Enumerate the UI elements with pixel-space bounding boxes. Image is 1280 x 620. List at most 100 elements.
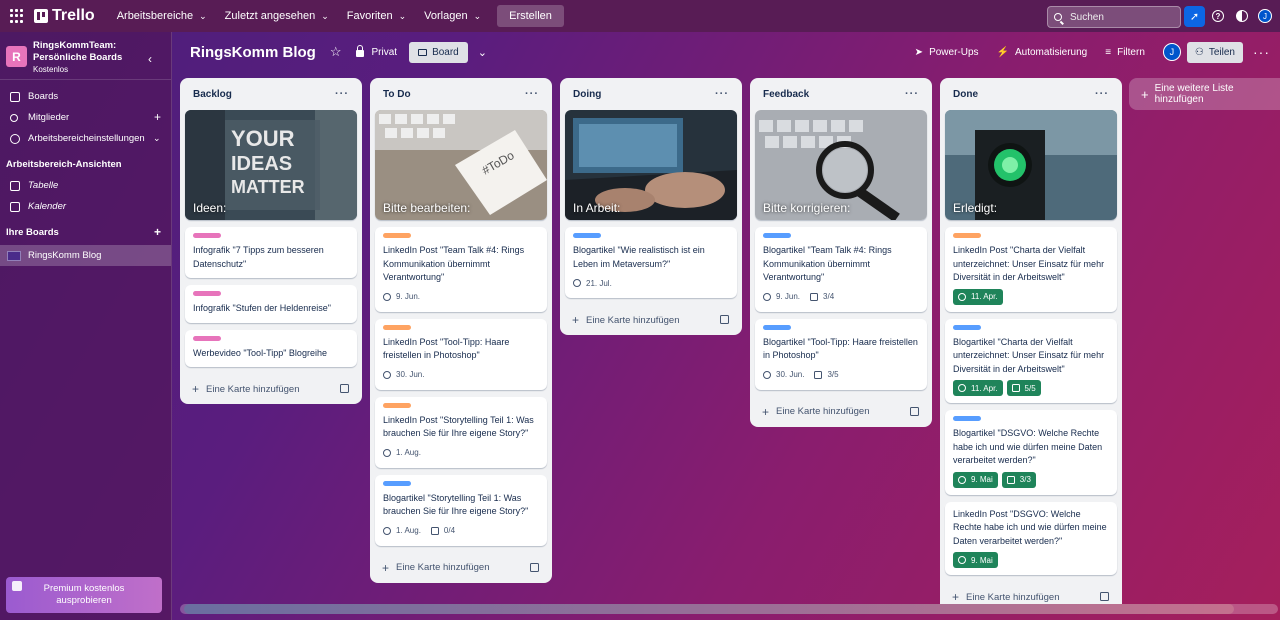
chevron-down-icon[interactable]: ⌄ — [478, 46, 487, 59]
sidebar-board-ringskomm[interactable]: RingsKomm Blog — [0, 245, 171, 266]
due-date-badge[interactable]: 1. Aug. — [383, 448, 421, 457]
list-title[interactable]: Doing — [573, 89, 601, 100]
cover-card[interactable]: In Arbeit: — [565, 110, 737, 220]
card[interactable]: Blogartikel "Wie realistisch ist ein Leb… — [565, 227, 737, 298]
cover-card[interactable]: #ToDo Bitte bearbeiten: — [375, 110, 547, 220]
card-label[interactable] — [953, 233, 981, 238]
due-date-badge[interactable]: 1. Aug. — [383, 526, 421, 535]
list-menu-icon[interactable]: ··· — [1095, 88, 1109, 100]
nav-menu-workspaces[interactable]: Arbeitsbereiche ⌄ — [109, 5, 215, 27]
list-title[interactable]: Feedback — [763, 89, 809, 100]
sidebar-item-table[interactable]: Tabelle — [0, 175, 171, 196]
due-date-badge[interactable]: 9. Mai — [953, 552, 998, 568]
add-card-button[interactable]: + Eine Karte hinzufügen — [375, 553, 547, 583]
add-board-icon[interactable]: + — [154, 225, 161, 239]
card-label[interactable] — [763, 233, 791, 238]
card[interactable]: LinkedIn Post "DSGVO: Welche Rechte habe… — [945, 501, 1117, 575]
more-icon[interactable]: ··· — [1253, 44, 1270, 60]
automation-button[interactable]: ⚡ Automatisierung — [997, 47, 1088, 58]
due-date-badge[interactable]: 9. Jun. — [763, 292, 800, 301]
theme-icon[interactable] — [1236, 10, 1248, 22]
filter-button[interactable]: ≡ Filtern — [1105, 47, 1145, 58]
horizontal-scrollbar-thumb[interactable] — [184, 604, 1234, 614]
card-label[interactable] — [383, 402, 411, 408]
trello-logo[interactable]: Trello — [34, 7, 95, 25]
list-menu-icon[interactable]: ··· — [335, 88, 349, 100]
card[interactable]: Blogartikel "DSGVO: Welche Rechte habe i… — [945, 410, 1117, 495]
card-label[interactable] — [383, 480, 411, 486]
list-menu-icon[interactable]: ··· — [715, 88, 729, 100]
premium-trial-button[interactable]: Premium kostenlos ausprobieren — [6, 577, 162, 613]
list-header[interactable]: Done ··· — [945, 78, 1117, 110]
powerups-button[interactable]: ➤ Power-Ups — [915, 47, 979, 58]
list-title[interactable]: To Do — [383, 89, 411, 100]
list-header[interactable]: Doing ··· — [565, 78, 737, 110]
due-date-badge[interactable]: 11. Apr. — [953, 288, 1003, 305]
card-template-icon[interactable] — [1100, 592, 1109, 601]
cover-card[interactable]: Bitte korrigieren: — [755, 110, 927, 220]
list-menu-icon[interactable]: ··· — [905, 88, 919, 100]
card[interactable]: LinkedIn Post "Charta der Vielfalt unter… — [945, 227, 1117, 312]
cover-card[interactable]: YOUR IDEAS MATTER Ideen: — [185, 110, 357, 220]
card[interactable]: Blogartikel "Team Talk #4: Rings Kommuni… — [755, 227, 927, 312]
app-switcher-icon[interactable] — [10, 9, 24, 23]
account-avatar[interactable]: J — [1258, 9, 1272, 23]
list-doing[interactable]: Doing ··· In Arbeit: Blogartikel "Wie reali… — [560, 78, 742, 335]
due-date-badge[interactable]: 30. Jun. — [383, 370, 424, 379]
list-header[interactable]: Feedback ··· — [755, 78, 927, 110]
card-label[interactable] — [953, 416, 981, 421]
sidebar-item-settings[interactable]: Arbeitsbereicheinstellungen ⌄ — [0, 128, 171, 149]
card-label[interactable] — [573, 233, 601, 238]
member-avatar[interactable]: J — [1162, 43, 1181, 61]
card[interactable]: Blogartikel "Charta der Vielfalt unterze… — [945, 318, 1117, 403]
sidebar-item-members[interactable]: Mitglieder + — [0, 107, 171, 128]
sidebar-item-calendar[interactable]: Kalender — [0, 196, 171, 217]
due-date-badge[interactable]: 9. Mai — [953, 471, 998, 488]
rocket-icon[interactable]: ➚ — [1184, 6, 1205, 27]
share-button[interactable]: ⚇ Teilen — [1186, 41, 1243, 63]
card-label[interactable] — [383, 324, 411, 330]
list-title[interactable]: Done — [953, 89, 978, 100]
card[interactable]: LinkedIn Post "Storytelling Teil 1: Was … — [375, 396, 547, 468]
due-date-badge[interactable]: 21. Jul. — [573, 279, 612, 288]
card-template-icon[interactable] — [910, 406, 919, 416]
list-done[interactable]: Done ··· Erledigt: LinkedIn Post "Charta de… — [940, 78, 1122, 612]
board-title[interactable]: RingsKomm Blog — [190, 44, 316, 61]
card-label[interactable] — [193, 233, 221, 238]
add-list-button[interactable]: + Eine weitere Liste hinzufügen — [1129, 78, 1280, 110]
cover-card[interactable]: Erledigt: — [945, 110, 1117, 220]
sidebar-item-boards[interactable]: Boards — [0, 86, 171, 107]
nav-menu-templates[interactable]: Vorlagen ⌄ — [416, 5, 489, 27]
nav-menu-recent[interactable]: Zuletzt angesehen ⌄ — [217, 5, 337, 27]
list-menu-icon[interactable]: ··· — [525, 88, 539, 100]
list-title[interactable]: Backlog — [193, 89, 232, 100]
card[interactable]: LinkedIn Post "Team Talk #4: Rings Kommu… — [375, 227, 547, 312]
visibility-button[interactable]: Privat — [355, 45, 397, 58]
card-label[interactable] — [193, 291, 221, 296]
list-header[interactable]: Backlog ··· — [185, 78, 357, 110]
card-template-icon[interactable] — [720, 315, 729, 324]
card-label[interactable] — [383, 233, 411, 238]
help-icon[interactable]: ? — [1212, 10, 1224, 22]
card[interactable]: Blogartikel "Storytelling Teil 1: Was br… — [375, 474, 547, 546]
card[interactable]: Blogartikel "Tool-Tipp: Haare freistelle… — [755, 318, 927, 390]
add-member-icon[interactable]: + — [154, 110, 161, 124]
search-input[interactable]: Suchen — [1047, 6, 1181, 28]
list-feedback[interactable]: Feedback ··· Bitte korrigieren: Blogartikel… — [750, 78, 932, 427]
card-template-icon[interactable] — [530, 562, 539, 572]
list-backlog[interactable]: Backlog ··· YOUR IDEAS MATTER Ideen: Infografi… — [180, 78, 362, 404]
card-label[interactable] — [193, 335, 221, 341]
add-card-button[interactable]: + Eine Karte hinzufügen — [755, 397, 927, 427]
card-label[interactable] — [953, 324, 981, 330]
card-template-icon[interactable] — [340, 384, 349, 393]
due-date-badge[interactable]: 11. Apr. — [953, 380, 1003, 396]
list-to-do[interactable]: To Do ··· #ToDo Bitte bearbeiten: LinkedIn P… — [370, 78, 552, 583]
create-button[interactable]: Erstellen — [497, 5, 564, 27]
card-label[interactable] — [763, 324, 791, 330]
card[interactable]: Werbevideo "Tool-Tipp" Blogreihe — [185, 329, 357, 367]
star-icon[interactable]: ☆ — [330, 44, 342, 60]
card[interactable]: LinkedIn Post "Tool-Tipp: Haare freistel… — [375, 318, 547, 390]
collapse-sidebar-icon[interactable]: ‹ — [148, 52, 152, 66]
card[interactable]: Infografik "Stufen der Heldenreise" — [185, 285, 357, 323]
due-date-badge[interactable]: 9. Jun. — [383, 292, 420, 301]
